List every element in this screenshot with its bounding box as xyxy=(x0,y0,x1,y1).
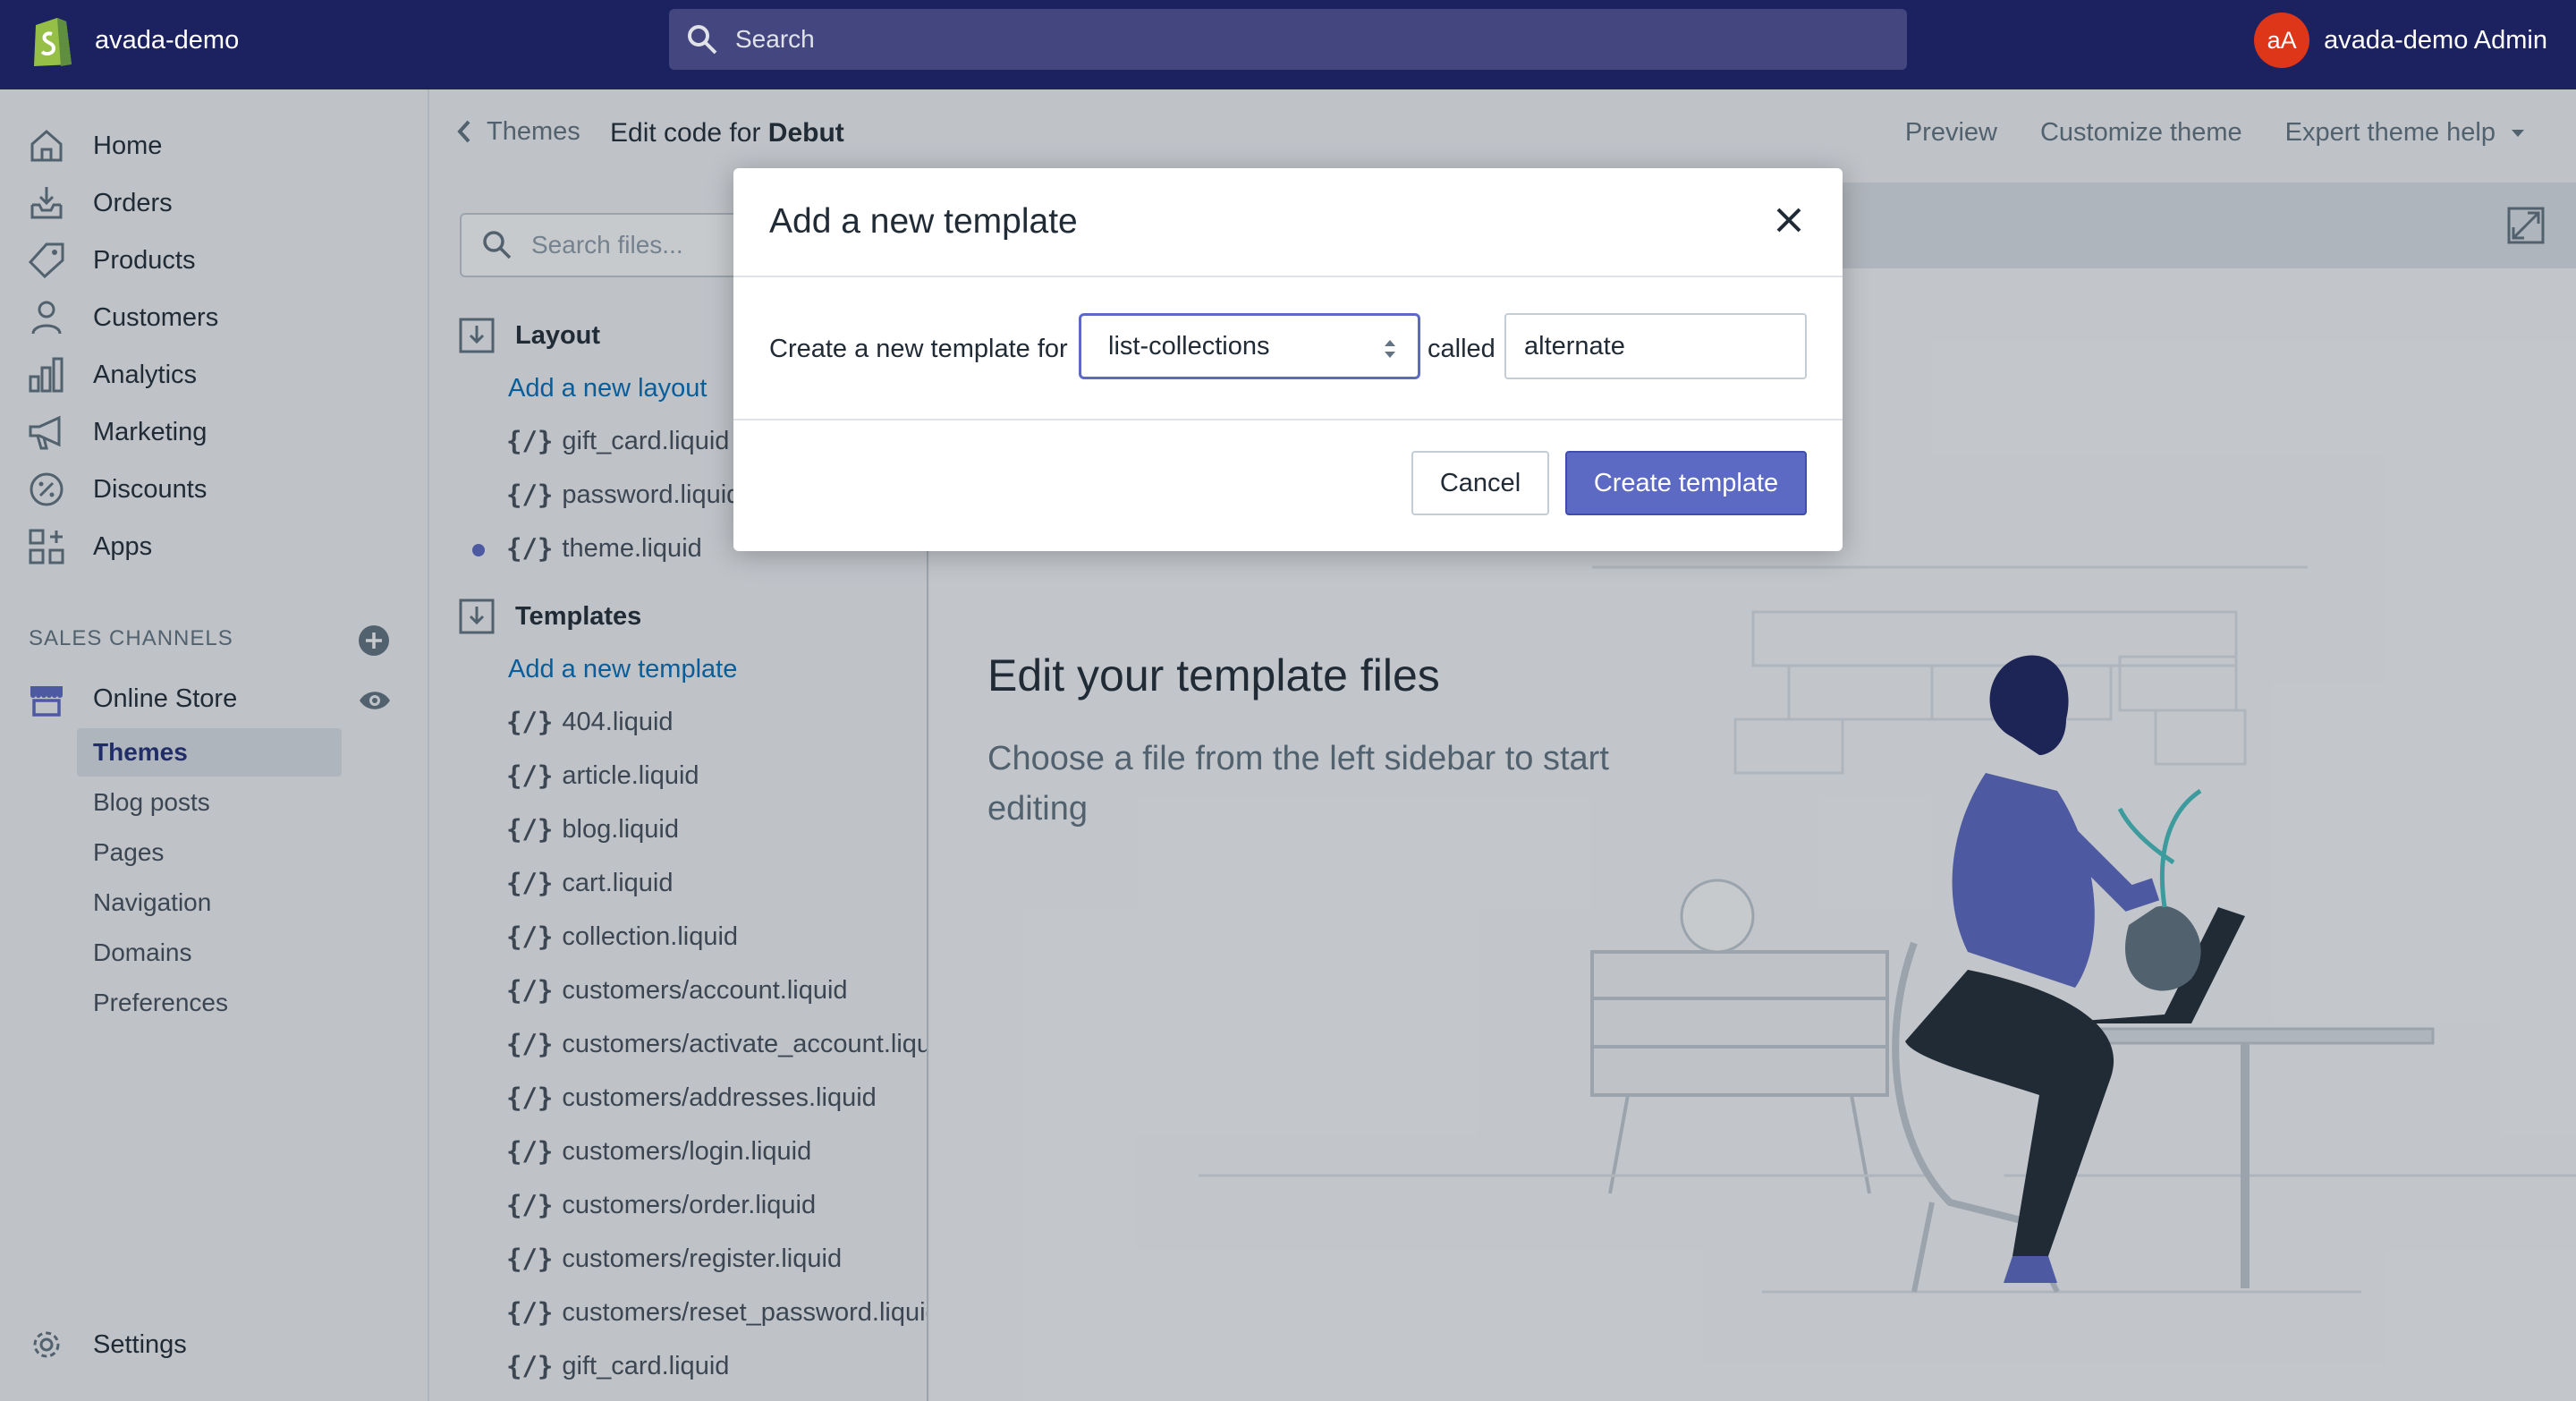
template-type-select[interactable]: list-collections xyxy=(1079,313,1420,379)
template-name-input[interactable] xyxy=(1504,313,1807,379)
search-icon xyxy=(688,25,717,55)
modal-body: Create a new template for list-collectio… xyxy=(733,277,1843,420)
template-for-label: Create a new template for xyxy=(769,335,1068,363)
modal-header: Add a new template xyxy=(733,168,1843,277)
add-template-modal: Add a new template Create a new template… xyxy=(733,168,1843,551)
global-search-input[interactable]: Search xyxy=(669,9,1907,70)
template-type-value: list-collections xyxy=(1108,331,1270,361)
shopify-logo-icon xyxy=(34,18,72,66)
account-menu[interactable]: aA avada-demo Admin xyxy=(2254,13,2547,68)
store-brand[interactable]: avada-demo xyxy=(27,13,239,68)
create-template-button[interactable]: Create template xyxy=(1565,451,1807,515)
close-icon[interactable] xyxy=(1769,200,1809,240)
select-arrows-icon xyxy=(1385,340,1395,358)
called-label: called xyxy=(1428,335,1496,363)
account-name: avada-demo Admin xyxy=(2324,25,2547,55)
store-name: avada-demo xyxy=(95,25,240,55)
avatar: aA xyxy=(2254,13,2310,68)
top-bar: avada-demo Search aA avada-demo Admin xyxy=(0,0,2576,89)
search-placeholder: Search xyxy=(735,25,815,53)
cancel-button[interactable]: Cancel xyxy=(1411,451,1549,515)
modal-title: Add a new template xyxy=(769,202,1078,241)
